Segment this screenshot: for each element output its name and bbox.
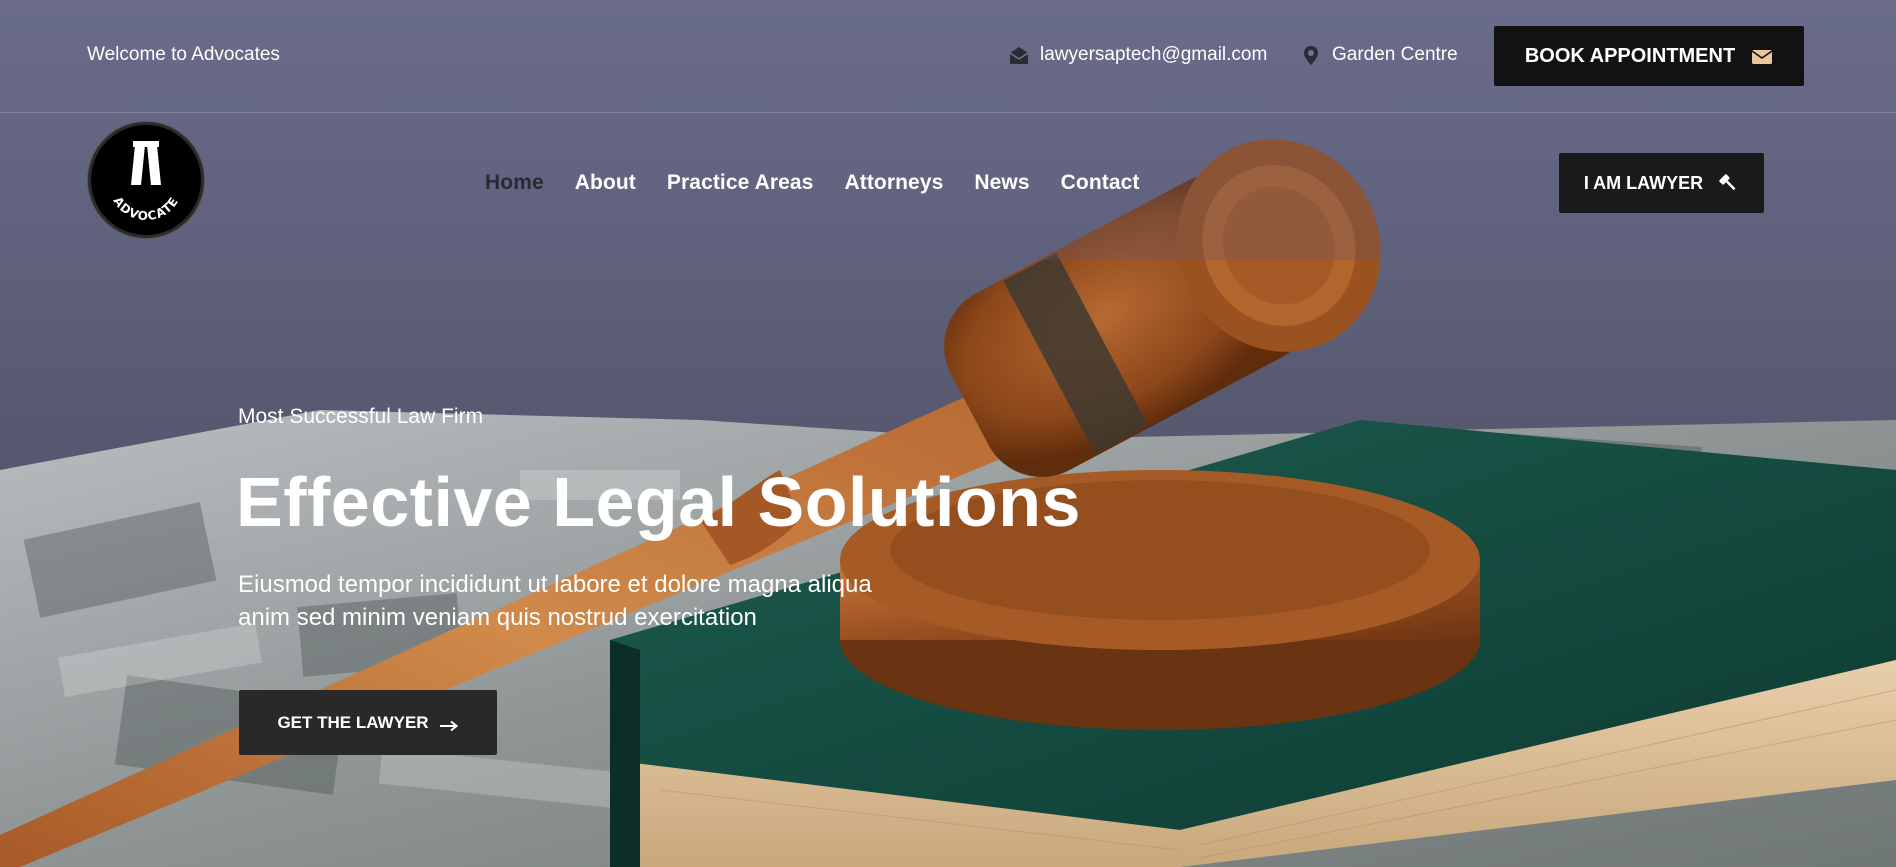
nav-news[interactable]: News — [974, 171, 1029, 195]
map-pin-icon — [1300, 44, 1322, 66]
hero-eyebrow: Most Successful Law Firm — [238, 405, 484, 428]
nav-attorneys[interactable]: Attorneys — [844, 171, 943, 195]
logo-text: ADVOCATE — [111, 194, 181, 223]
svg-text:ADVOCATE: ADVOCATE — [111, 194, 182, 223]
hero-title: Effective Legal Solutions — [236, 463, 1081, 541]
email-address[interactable]: lawyersaptech@gmail.com — [1040, 44, 1267, 66]
hero-description: Eiusmod tempor incididunt ut labore et d… — [238, 568, 938, 634]
nav-practice-areas[interactable]: Practice Areas — [667, 171, 814, 195]
welcome-text: Welcome to Advocates — [87, 44, 280, 65]
nav-home[interactable]: Home — [485, 171, 544, 195]
hero-description-line-1: Eiusmod tempor incididunt ut labore et d… — [238, 571, 872, 598]
main-nav: Home About Practice Areas Attorneys News… — [485, 171, 1171, 195]
arrow-right-icon — [439, 717, 459, 731]
advocate-logo[interactable]: ADVOCATE — [88, 122, 204, 238]
envelope-open-icon — [1008, 44, 1030, 66]
location-name: Garden Centre — [1332, 44, 1458, 65]
top-bar: Welcome to Advocates lawyersaptech@gmail… — [0, 0, 1896, 113]
nav-about[interactable]: About — [575, 171, 636, 195]
get-the-lawyer-label: GET THE LAWYER — [277, 712, 429, 732]
envelope-icon — [1751, 48, 1773, 64]
email-contact[interactable]: lawyersaptech@gmail.com — [1008, 44, 1267, 66]
i-am-lawyer-button[interactable]: I AM LAWYER — [1559, 153, 1764, 213]
book-appointment-button[interactable]: BOOK APPOINTMENT — [1494, 26, 1804, 86]
book-appointment-label: BOOK APPOINTMENT — [1524, 44, 1736, 67]
location-contact: Garden Centre — [1300, 44, 1458, 66]
get-the-lawyer-button[interactable]: GET THE LAWYER — [239, 690, 497, 755]
gavel-icon — [1717, 172, 1739, 194]
nav-contact[interactable]: Contact — [1061, 171, 1140, 195]
i-am-lawyer-label: I AM LAWYER — [1583, 172, 1704, 193]
hero-description-line-2: anim sed minim veniam quis nostrud exerc… — [238, 604, 757, 631]
